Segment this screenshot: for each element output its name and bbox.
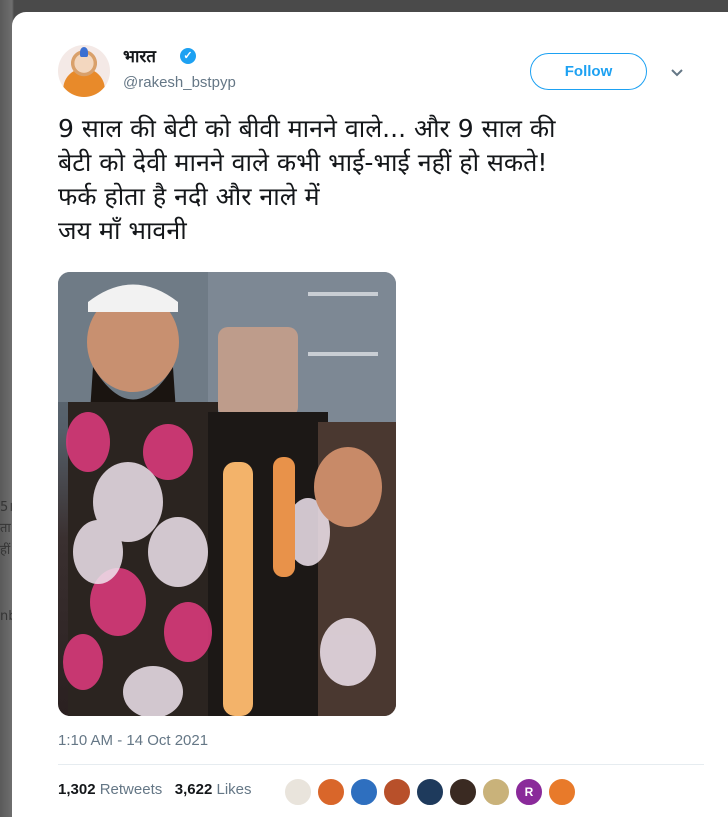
photo-illustration (58, 272, 396, 716)
author-name[interactable]: भारत (123, 44, 156, 67)
tweet-stats: 1,302 Retweets 3,622 Likes (58, 781, 252, 798)
retweets-label[interactable]: Retweets (100, 781, 163, 798)
tweet-card: भारत ✓ @rakesh_bstpyp Follow 9 साल की बे… (12, 12, 728, 817)
liker-avatar[interactable] (416, 778, 444, 806)
retweets-count[interactable]: 1,302 (58, 781, 96, 798)
background-fragment: ता (0, 521, 11, 536)
liker-avatar[interactable] (548, 778, 576, 806)
liker-avatar[interactable] (350, 778, 378, 806)
tweet-photo[interactable] (58, 272, 396, 716)
author-handle[interactable]: @rakesh_bstpyp (123, 74, 236, 91)
background-fragment: हीं (0, 543, 11, 558)
liker-avatar[interactable] (317, 778, 345, 806)
tweet-text-line: जय माँ भावनी (58, 216, 187, 245)
divider (58, 764, 704, 765)
liker-avatar[interactable] (449, 778, 477, 806)
follow-button[interactable]: Follow (530, 53, 647, 90)
likes-label[interactable]: Likes (216, 781, 251, 798)
tweet-timestamp[interactable]: 1:10 AM - 14 Oct 2021 (58, 732, 208, 749)
liker-avatar[interactable] (482, 778, 510, 806)
liker-avatar[interactable] (284, 778, 312, 806)
tweet-text-line: बेटी को देवी मानने वाले कभी भाई-भाई नहीं… (58, 148, 548, 177)
likes-count[interactable]: 3,622 (175, 781, 213, 798)
tweet-text-line: 9 साल की बेटी को बीवी मानने वाले... और 9… (58, 114, 556, 143)
author-avatar[interactable] (58, 45, 110, 97)
tweet-text: 9 साल की बेटी को बीवी मानने वाले... और 9… (58, 112, 718, 248)
liker-avatar[interactable]: R (515, 778, 543, 806)
chevron-down-icon[interactable] (670, 66, 684, 80)
verified-badge-icon: ✓ (180, 48, 196, 64)
tweet-text-line: फर्क होता है नदी और नाले में (58, 182, 320, 211)
liker-avatar[interactable] (383, 778, 411, 806)
